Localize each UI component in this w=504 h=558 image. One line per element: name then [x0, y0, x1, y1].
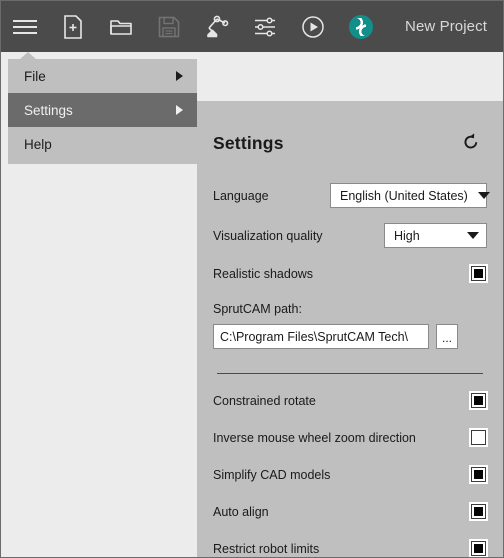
checkbox-tick-icon [474, 269, 483, 278]
inverse-mouse-wheel-zoom-label: Inverse mouse wheel zoom direction [213, 430, 416, 445]
menu-item-label: File [24, 68, 46, 84]
constrained-rotate-label: Constrained rotate [213, 393, 316, 408]
settings-panel: Settings Language English (United States… [197, 101, 503, 557]
language-select[interactable]: English (United States) [330, 183, 490, 208]
checkbox-tick-icon [474, 470, 483, 479]
language-select-value: English (United States) [340, 188, 468, 203]
sprutcam-path-row: C:\Program Files\SprutCAM Tech\ ... [213, 324, 487, 349]
top-toolbar: New Project [1, 1, 503, 52]
sprutcam-path-browse-button[interactable]: ... [436, 324, 458, 349]
simplify-cad-models-checkbox[interactable] [470, 466, 487, 483]
reset-arrow-icon[interactable] [460, 131, 482, 153]
checkbox-tick-icon [474, 396, 483, 405]
auto-align-checkbox[interactable] [470, 503, 487, 520]
visualization-quality-label: Visualization quality [213, 228, 323, 243]
realistic-shadows-checkbox[interactable] [470, 265, 487, 282]
settings-header: Settings [213, 101, 487, 159]
menu-item-file[interactable]: File [8, 59, 197, 93]
application-window: New Project File Settings Help Settings [0, 0, 504, 558]
auto-align-row: Auto align [213, 497, 487, 526]
visualization-quality-select[interactable]: High [384, 223, 487, 248]
new-file-icon[interactable] [49, 1, 97, 52]
checkbox-tick-icon [474, 507, 483, 516]
play-circle-icon[interactable] [289, 1, 337, 52]
robot-arm-icon[interactable] [193, 1, 241, 52]
visualization-quality-row: Visualization quality High [213, 221, 487, 250]
sliders-settings-icon[interactable] [241, 1, 289, 52]
options-list: Constrained rotate Inverse mouse wheel z… [213, 386, 487, 557]
open-folder-icon[interactable] [97, 1, 145, 52]
save-disk-icon [145, 1, 193, 52]
realistic-shadows-row: Realistic shadows [213, 259, 487, 288]
realistic-shadows-label: Realistic shadows [213, 266, 314, 281]
inverse-mouse-wheel-zoom-checkbox[interactable] [470, 429, 487, 446]
visualization-quality-value: High [394, 228, 420, 243]
language-label: Language [213, 188, 269, 203]
submenu-arrow-icon [176, 105, 183, 115]
restrict-robot-limits-label: Restrict robot limits [213, 541, 320, 556]
menu-item-settings[interactable]: Settings [8, 93, 197, 127]
auto-align-label: Auto align [213, 504, 269, 519]
restrict-robot-limits-row: Restrict robot limits [213, 534, 487, 557]
simplify-cad-models-label: Simplify CAD models [213, 467, 331, 482]
inverse-mouse-wheel-zoom-row: Inverse mouse wheel zoom direction [213, 423, 487, 452]
language-setting-row: Language English (United States) [213, 181, 490, 210]
menu-item-help[interactable]: Help [8, 127, 197, 161]
checkbox-tick-icon [474, 433, 483, 442]
constrained-rotate-checkbox[interactable] [470, 392, 487, 409]
checkbox-tick-icon [474, 544, 483, 553]
submenu-arrow-icon [176, 71, 183, 81]
chevron-down-icon [477, 192, 490, 199]
sprutcam-logo-icon[interactable] [337, 1, 385, 52]
menu-item-label: Settings [24, 102, 73, 118]
section-divider [217, 373, 483, 374]
sprutcam-path-input[interactable]: C:\Program Files\SprutCAM Tech\ [213, 324, 429, 349]
restrict-robot-limits-checkbox[interactable] [470, 540, 487, 557]
simplify-cad-models-row: Simplify CAD models [213, 460, 487, 489]
hamburger-menu-icon[interactable] [1, 1, 49, 52]
main-menu-panel: File Settings Help [8, 59, 197, 164]
project-title: New Project [405, 18, 487, 35]
chevron-down-icon [467, 232, 479, 239]
page-title: Settings [213, 132, 284, 153]
sprutcam-path-label: SprutCAM path: [213, 302, 302, 316]
constrained-rotate-row: Constrained rotate [213, 386, 487, 415]
menu-item-label: Help [24, 136, 52, 152]
